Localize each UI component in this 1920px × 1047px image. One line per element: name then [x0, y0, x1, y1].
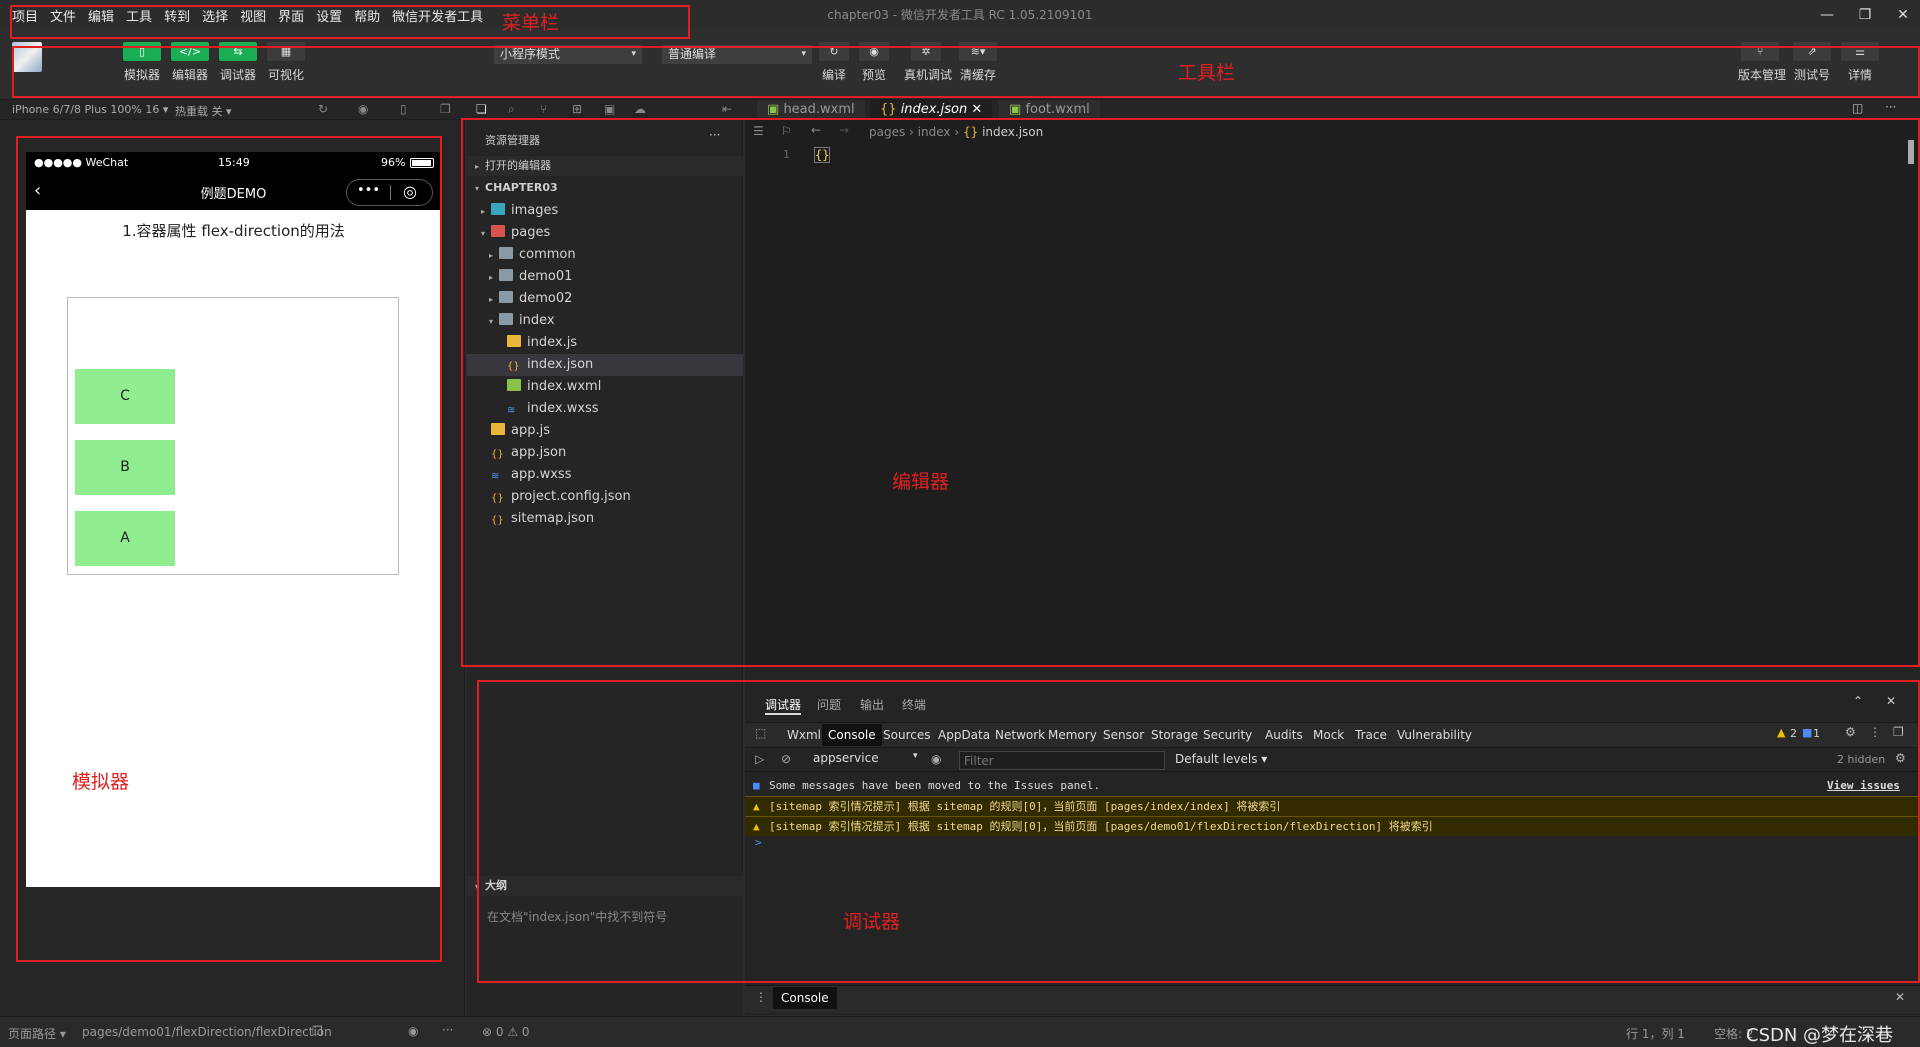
reload-icon[interactable]: ↻ — [318, 102, 328, 116]
files-icon[interactable]: ❏ — [476, 102, 487, 116]
annotation-label-editor: 编辑器 — [892, 471, 950, 493]
drawer-menu-icon[interactable]: ⋮ — [755, 990, 767, 1004]
close-drawer-icon[interactable]: ✕ — [1895, 990, 1905, 1004]
eye-icon[interactable]: ◉ — [408, 1024, 418, 1038]
extensions-icon[interactable]: ⊞ — [572, 102, 582, 116]
hot-reload-select[interactable]: 热重载 关 ▾ — [175, 103, 232, 119]
editor-tab-bar: ▣ head.wxml {} index.json ✕ ▣ foot.wxml … — [745, 100, 1920, 120]
annotation-label-toolbar: 工具栏 — [1178, 62, 1236, 84]
error-warning-count[interactable]: ⊗ 0 ⚠ 0 — [482, 1025, 530, 1039]
annotation-label-debugger: 调试器 — [843, 911, 901, 933]
device-select[interactable]: iPhone 6/7/8 Plus 100% 16 ▾ — [12, 103, 168, 116]
annotation-label-menubar: 菜单栏 — [502, 12, 560, 34]
annotation-box-editor — [461, 118, 1920, 667]
drawer-console-tab[interactable]: Console — [773, 987, 837, 1009]
annotation-box-simulator — [16, 136, 442, 962]
git-icon[interactable]: ⑂ — [540, 102, 547, 116]
image-icon[interactable]: ▣ — [604, 102, 615, 116]
json-file-icon: {} — [880, 102, 897, 117]
close-window-icon[interactable]: ✕ — [1892, 4, 1914, 26]
page-path-label[interactable]: 页面路径 ▾ — [8, 1025, 66, 1042]
more-icon[interactable]: ··· — [442, 1023, 453, 1037]
split-editor-icon[interactable]: ◫ — [1852, 101, 1863, 115]
restore-icon[interactable]: ❐ — [1854, 4, 1876, 26]
watermark: CSDN @梦在深巷 — [1746, 1025, 1894, 1046]
tab-index-json[interactable]: {} index.json ✕ — [870, 100, 993, 120]
minimize-icon[interactable]: — — [1816, 4, 1838, 26]
cloud-icon[interactable]: ☁ — [634, 102, 646, 116]
search-icon[interactable]: ⌕ — [508, 102, 515, 117]
status-bar: 页面路径 ▾ pages/demo01/flexDirection/flexDi… — [0, 1016, 1920, 1047]
drawer-bar — [745, 985, 1920, 1013]
copy-icon[interactable]: ❐ — [312, 1024, 323, 1038]
collapse-sidebar-icon[interactable]: ⇤ — [722, 102, 732, 116]
wxml-file-icon: ▣ — [767, 102, 780, 117]
page-path: pages/demo01/flexDirection/flexDirection — [82, 1025, 332, 1039]
tab-head-wxml[interactable]: ▣ head.wxml — [757, 100, 865, 120]
record-icon[interactable]: ◉ — [358, 102, 368, 116]
wxml-file-icon: ▣ — [1009, 102, 1022, 117]
annotation-box-menubar — [10, 5, 690, 39]
tab-foot-wxml[interactable]: ▣ foot.wxml — [999, 100, 1100, 120]
annotation-box-debugger — [477, 680, 1920, 983]
annotation-box-toolbar — [12, 46, 1920, 98]
cursor-position[interactable]: 行 1，列 1 — [1626, 1025, 1685, 1042]
editor-more-icon[interactable]: ··· — [1885, 100, 1896, 114]
device-icon[interactable]: ▯ — [400, 102, 407, 116]
popout-icon[interactable]: ❐ — [440, 102, 451, 116]
annotation-label-simulator: 模拟器 — [72, 771, 130, 793]
close-tab-icon[interactable]: ✕ — [971, 102, 982, 117]
